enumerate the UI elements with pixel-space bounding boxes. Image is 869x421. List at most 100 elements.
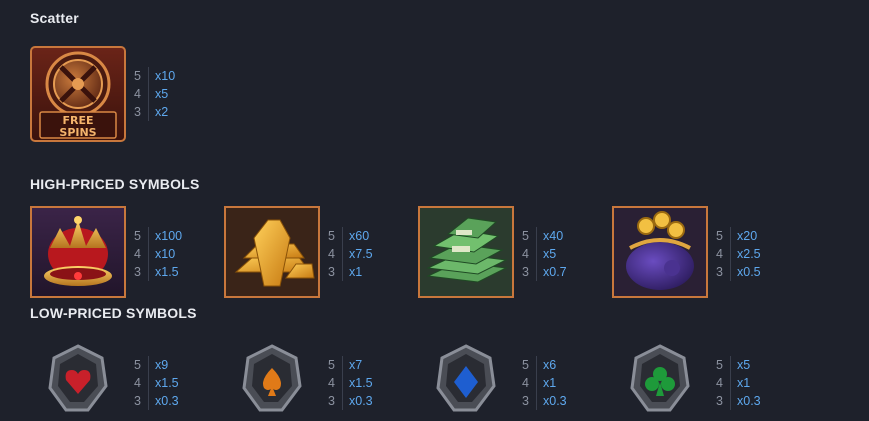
symbol-count: 5 bbox=[328, 229, 335, 243]
symbol-count: 3 bbox=[134, 265, 141, 279]
payout-row: 5 x9 bbox=[134, 356, 219, 374]
symbol-count: 3 bbox=[134, 394, 141, 408]
payout-row: 5 x20 bbox=[716, 227, 801, 245]
diamond-gem-paytable: 5 x6 4 x1 3 x0.3 bbox=[522, 356, 607, 410]
free-spins-vault-icon: FREE SPINS bbox=[30, 46, 126, 142]
payout-multiplier: x5 bbox=[155, 87, 169, 101]
heart-gem-icon bbox=[30, 338, 126, 416]
symbol-count: 4 bbox=[716, 376, 723, 390]
payout-row: 3 x2 bbox=[134, 103, 219, 121]
payout-row: 3 x1.5 bbox=[134, 263, 219, 281]
low-priced-section-title: LOW-PRICED SYMBOLS bbox=[30, 305, 197, 321]
symbol-count: 5 bbox=[522, 358, 529, 372]
payout-multiplier: x1 bbox=[737, 376, 751, 390]
spade-gem-icon bbox=[224, 338, 320, 416]
payout-multiplier: x0.5 bbox=[737, 265, 761, 279]
symbol-count: 3 bbox=[522, 394, 529, 408]
symbol-count: 3 bbox=[716, 394, 723, 408]
gold-bars-icon bbox=[224, 206, 320, 302]
payout-row: 4 x7.5 bbox=[328, 245, 413, 263]
heart-gem-paytable: 5 x9 4 x1.5 3 x0.3 bbox=[134, 356, 219, 410]
symbol-count: 3 bbox=[522, 265, 529, 279]
symbol-count: 4 bbox=[522, 376, 529, 390]
club-gem-icon bbox=[612, 338, 708, 416]
symbol-count: 5 bbox=[328, 358, 335, 372]
cash-stack-icon bbox=[418, 206, 514, 302]
payout-multiplier: x6 bbox=[543, 358, 557, 372]
symbol-count: 5 bbox=[134, 358, 141, 372]
payout-multiplier: x1.5 bbox=[155, 265, 179, 279]
payout-multiplier: x2 bbox=[155, 105, 169, 119]
cash-stack-paytable: 5 x40 4 x5 3 x0.7 bbox=[522, 227, 607, 281]
payout-multiplier: x9 bbox=[155, 358, 169, 372]
symbol-count: 4 bbox=[328, 376, 335, 390]
payout-multiplier: x7 bbox=[349, 358, 363, 372]
payout-row: 3 x0.3 bbox=[134, 392, 219, 410]
diamond-gem-icon bbox=[418, 338, 514, 416]
crown-icon bbox=[30, 206, 126, 302]
payout-multiplier: x60 bbox=[349, 229, 370, 243]
payout-row: 5 x100 bbox=[134, 227, 219, 245]
payout-row: 5 x6 bbox=[522, 356, 607, 374]
payout-row: 3 x0.3 bbox=[522, 392, 607, 410]
scatter-section-title: Scatter bbox=[30, 10, 79, 26]
payout-row: 5 x40 bbox=[522, 227, 607, 245]
symbol-count: 3 bbox=[134, 105, 141, 119]
payout-row: 4 x2.5 bbox=[716, 245, 801, 263]
payout-row: 3 x0.3 bbox=[716, 392, 801, 410]
payout-row: 5 x5 bbox=[716, 356, 801, 374]
payout-row: 4 x10 bbox=[134, 245, 219, 263]
symbol-count: 5 bbox=[716, 358, 723, 372]
symbol-count: 4 bbox=[328, 247, 335, 261]
payout-row: 5 x7 bbox=[328, 356, 413, 374]
payout-row: 4 x5 bbox=[522, 245, 607, 263]
payout-multiplier: x0.3 bbox=[737, 394, 761, 408]
payout-row: 3 x0.3 bbox=[328, 392, 413, 410]
payout-multiplier: x1 bbox=[543, 376, 557, 390]
payout-multiplier: x7.5 bbox=[349, 247, 373, 261]
scatter-paytable: 5 x10 4 x5 3 x2 bbox=[134, 67, 219, 121]
payout-row: 4 x1.5 bbox=[134, 374, 219, 392]
payout-multiplier: x0.7 bbox=[543, 265, 567, 279]
symbol-count: 4 bbox=[134, 87, 141, 101]
payout-row: 3 x0.5 bbox=[716, 263, 801, 281]
high-priced-section-title: HIGH-PRICED SYMBOLS bbox=[30, 176, 200, 192]
payout-multiplier: x1.5 bbox=[349, 376, 373, 390]
payout-row: 4 x5 bbox=[134, 85, 219, 103]
symbol-count: 5 bbox=[134, 69, 141, 83]
payout-multiplier: x10 bbox=[155, 247, 176, 261]
symbol-count: 3 bbox=[328, 265, 335, 279]
coin-purse-paytable: 5 x20 4 x2.5 3 x0.5 bbox=[716, 227, 801, 281]
club-gem-paytable: 5 x5 4 x1 3 x0.3 bbox=[716, 356, 801, 410]
payout-multiplier: x5 bbox=[543, 247, 557, 261]
symbol-count: 3 bbox=[328, 394, 335, 408]
payout-multiplier: x5 bbox=[737, 358, 751, 372]
symbol-count: 5 bbox=[716, 229, 723, 243]
payout-multiplier: x0.3 bbox=[155, 394, 179, 408]
payout-multiplier: x0.3 bbox=[543, 394, 567, 408]
payout-row: 4 x1.5 bbox=[328, 374, 413, 392]
symbol-count: 5 bbox=[134, 229, 141, 243]
payout-multiplier: x1 bbox=[349, 265, 363, 279]
payout-multiplier: x2.5 bbox=[737, 247, 761, 261]
payout-row: 3 x1 bbox=[328, 263, 413, 281]
payout-row: 5 x10 bbox=[134, 67, 219, 85]
payout-row: 4 x1 bbox=[716, 374, 801, 392]
svg-text:SPINS: SPINS bbox=[59, 126, 96, 139]
crown-paytable: 5 x100 4 x10 3 x1.5 bbox=[134, 227, 219, 281]
payout-multiplier: x20 bbox=[737, 229, 758, 243]
payout-multiplier: x40 bbox=[543, 229, 564, 243]
payout-row: 5 x60 bbox=[328, 227, 413, 245]
symbol-count: 3 bbox=[716, 265, 723, 279]
symbol-count: 4 bbox=[522, 247, 529, 261]
payout-multiplier: x1.5 bbox=[155, 376, 179, 390]
payout-multiplier: x10 bbox=[155, 69, 176, 83]
payout-row: 4 x1 bbox=[522, 374, 607, 392]
payout-multiplier: x100 bbox=[155, 229, 183, 243]
symbol-count: 4 bbox=[716, 247, 723, 261]
gold-bars-paytable: 5 x60 4 x7.5 3 x1 bbox=[328, 227, 413, 281]
payout-multiplier: x0.3 bbox=[349, 394, 373, 408]
spade-gem-paytable: 5 x7 4 x1.5 3 x0.3 bbox=[328, 356, 413, 410]
symbol-count: 4 bbox=[134, 376, 141, 390]
coin-purse-icon bbox=[612, 206, 708, 302]
